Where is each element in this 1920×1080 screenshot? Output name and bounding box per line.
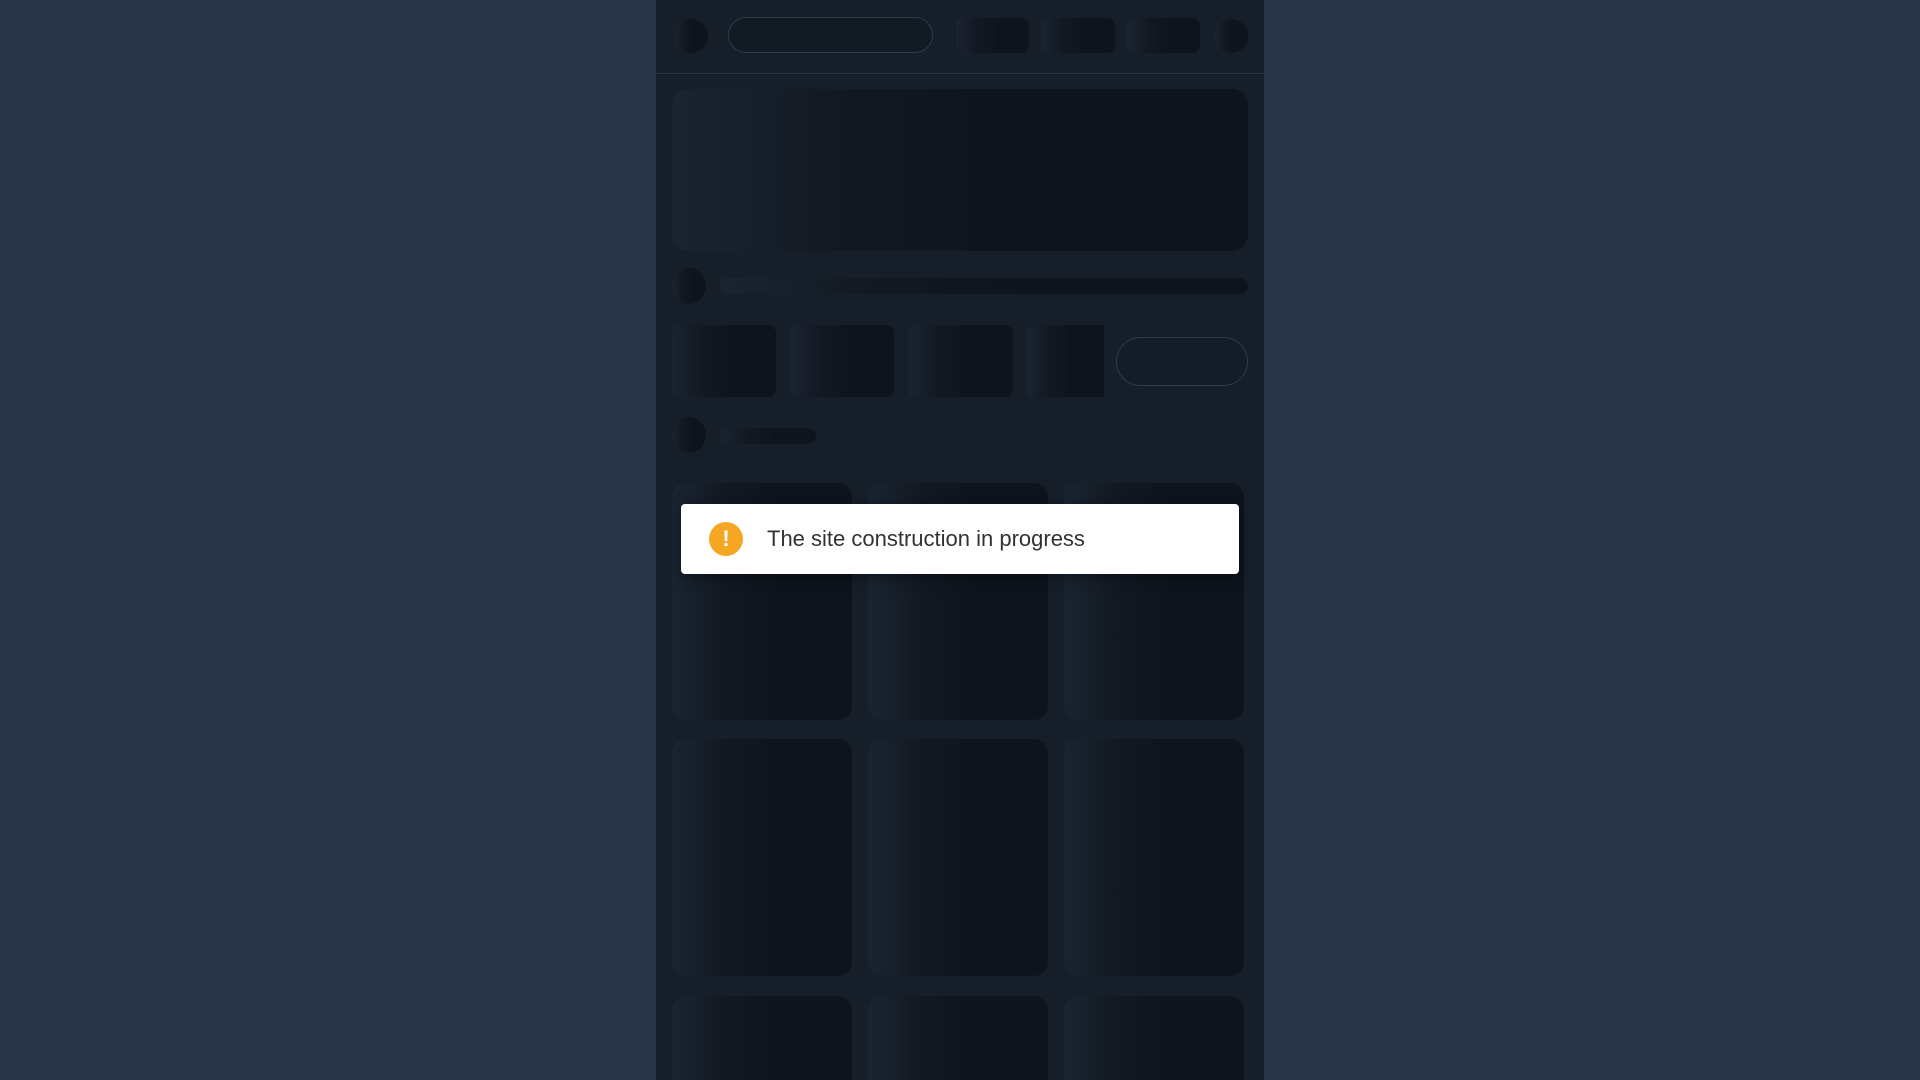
menu-icon-placeholder[interactable]: [674, 19, 708, 53]
nav-button-placeholder-3[interactable]: [1127, 18, 1200, 53]
category-tile-placeholder-4[interactable]: [1026, 325, 1104, 397]
nav-button-placeholder-1[interactable]: [956, 18, 1029, 53]
section-title-placeholder: [720, 428, 816, 444]
card-placeholder[interactable]: [672, 996, 852, 1080]
category-tile-placeholder-1[interactable]: [672, 325, 776, 397]
category-tile-placeholder-2[interactable]: [790, 325, 894, 397]
card-placeholder[interactable]: [1064, 996, 1244, 1080]
section-icon-placeholder: [672, 417, 706, 453]
more-button-placeholder[interactable]: [1116, 337, 1248, 386]
top-navigation-bar: [656, 0, 1264, 74]
toast-message: The site construction in progress: [767, 526, 1085, 551]
construction-notice-toast: ! The site construction in progress: [681, 504, 1239, 574]
category-tile-placeholder-3[interactable]: [908, 325, 1013, 397]
card-placeholder[interactable]: [868, 996, 1048, 1080]
banner-placeholder: [672, 89, 1248, 251]
info-text-placeholder: [720, 278, 1248, 294]
card-placeholder[interactable]: [1064, 739, 1244, 976]
search-input-placeholder[interactable]: [728, 17, 933, 53]
avatar-placeholder[interactable]: [1214, 19, 1248, 53]
card-placeholder[interactable]: [868, 739, 1048, 976]
warning-exclamation-icon: !: [709, 522, 743, 556]
card-placeholder[interactable]: [672, 739, 852, 976]
info-icon-placeholder: [672, 268, 706, 304]
nav-button-placeholder-2[interactable]: [1041, 18, 1115, 53]
